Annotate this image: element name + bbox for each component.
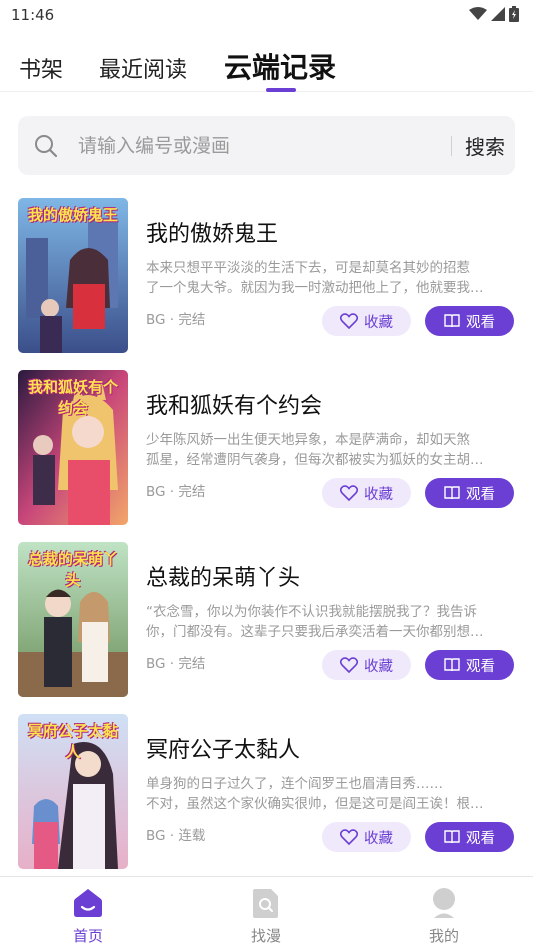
read-button[interactable]: 观看 bbox=[425, 650, 514, 680]
favorite-button[interactable]: 收藏 bbox=[322, 478, 411, 508]
heart-icon bbox=[340, 485, 358, 501]
favorite-button[interactable]: 收藏 bbox=[322, 822, 411, 852]
search-button[interactable]: 搜索 bbox=[456, 131, 514, 161]
description-line: “衣念雪，你以为你装作不认识我就能摆脱我了？我告诉 bbox=[146, 604, 477, 620]
description-line: 孤星，经常遭阴气袭身，但每次都被实为狐妖的女主胡… bbox=[146, 452, 484, 468]
book-icon bbox=[444, 830, 460, 844]
list-item[interactable]: 我和狐妖有个约会 我和狐妖有个约会 少年陈风娇一出生便天地异象，本是萨满命，却如… bbox=[0, 370, 533, 526]
comic-cover[interactable]: 总裁的呆萌丫头 bbox=[18, 542, 128, 697]
description-line: 少年陈风娇一出生便天地异象，本是萨满命，却如天煞 bbox=[146, 432, 470, 448]
book-icon bbox=[444, 658, 460, 672]
wifi-icon bbox=[469, 7, 487, 20]
tab-cloud-records[interactable]: 云端记录 bbox=[224, 46, 336, 86]
comic-title[interactable]: 总裁的呆萌丫头 bbox=[146, 560, 300, 592]
read-button[interactable]: 观看 bbox=[425, 822, 514, 852]
nav-find-comic[interactable]: 找漫 bbox=[226, 887, 306, 946]
list-item[interactable]: 冥府公子太黏人 冥府公子太黏人 单身狗的日子过久了，连个阎罗王也眉清目秀…… 不… bbox=[0, 714, 533, 870]
find-comic-icon bbox=[253, 889, 278, 918]
tab-bookshelf[interactable]: 书架 bbox=[19, 52, 63, 84]
status-icons bbox=[469, 6, 519, 22]
comic-title[interactable]: 冥府公子太黏人 bbox=[146, 732, 300, 764]
comic-description: 本来只想平平淡淡的生活下去，可是却莫名其妙的招惹 了一个鬼大爷。就因为我一时激动… bbox=[146, 258, 514, 298]
read-label: 观看 bbox=[466, 830, 495, 847]
cover-title-text: 冥府公子太黏人 bbox=[27, 722, 118, 761]
favorite-button[interactable]: 收藏 bbox=[322, 650, 411, 680]
favorite-label: 收藏 bbox=[364, 658, 393, 675]
cover-title-text: 总裁的呆萌丫头 bbox=[27, 550, 118, 589]
favorite-label: 收藏 bbox=[364, 830, 393, 847]
comic-cover[interactable]: 冥府公子太黏人 bbox=[18, 714, 128, 869]
top-tabs: 书架 最近阅读 云端记录 bbox=[0, 40, 533, 92]
search-icon bbox=[35, 135, 58, 158]
search-bar: 搜索 bbox=[18, 116, 515, 175]
heart-icon bbox=[340, 829, 358, 845]
comic-meta: BG · 完结 bbox=[146, 656, 206, 672]
nav-label: 找漫 bbox=[250, 927, 281, 945]
cover-title-text: 我的傲娇鬼王 bbox=[27, 206, 118, 224]
comic-cover[interactable]: 我的傲娇鬼王 bbox=[18, 198, 128, 353]
comic-meta: BG · 完结 bbox=[146, 484, 206, 500]
profile-icon bbox=[433, 888, 455, 918]
nav-label: 首页 bbox=[72, 927, 103, 945]
read-label: 观看 bbox=[466, 314, 495, 331]
comic-description: “衣念雪，你以为你装作不认识我就能摆脱我了？我告诉 你，门都没有。这辈子只要我后… bbox=[146, 602, 514, 642]
nav-label: 我的 bbox=[428, 927, 459, 945]
description-line: 你，门都没有。这辈子只要我后承奕活着一天你都别想… bbox=[146, 624, 484, 640]
book-icon bbox=[444, 486, 460, 500]
favorite-label: 收藏 bbox=[364, 314, 393, 331]
read-button[interactable]: 观看 bbox=[425, 306, 514, 336]
book-icon bbox=[444, 314, 460, 328]
search-divider bbox=[451, 136, 452, 156]
read-label: 观看 bbox=[466, 658, 495, 675]
heart-icon bbox=[340, 657, 358, 673]
description-line: 了一个鬼大爷。就因为我一时激动把他上了，他就要我… bbox=[146, 280, 484, 296]
comic-description: 单身狗的日子过久了，连个阎罗王也眉清目秀…… 不对，虽然这个家伙确实很帅，但是这… bbox=[146, 774, 514, 814]
battery-icon bbox=[509, 6, 519, 22]
comic-meta: BG · 连载 bbox=[146, 828, 206, 844]
bottom-nav: 首页 找漫 我的 bbox=[0, 876, 533, 948]
description-line: 不对，虽然这个家伙确实很帅，但是这可是阎王诶！根… bbox=[146, 796, 484, 812]
status-bar: 11:46 bbox=[0, 0, 533, 30]
status-time: 11:46 bbox=[11, 6, 55, 24]
cover-title-text: 我和狐妖有个约会 bbox=[27, 378, 118, 417]
favorite-label: 收藏 bbox=[364, 486, 393, 503]
list-item[interactable]: 我的傲娇鬼王 我的傲娇鬼王 本来只想平平淡淡的生活下去，可是却莫名其妙的招惹 了… bbox=[0, 198, 533, 354]
home-icon bbox=[74, 889, 102, 917]
active-tab-indicator bbox=[266, 88, 296, 92]
list-item[interactable]: 总裁的呆萌丫头 总裁的呆萌丫头 “衣念雪，你以为你装作不认识我就能摆脱我了？我告… bbox=[0, 542, 533, 698]
comic-meta: BG · 完结 bbox=[146, 312, 206, 328]
comic-cover[interactable]: 我和狐妖有个约会 bbox=[18, 370, 128, 525]
heart-icon bbox=[340, 313, 358, 329]
comic-description: 少年陈风娇一出生便天地异象，本是萨满命，却如天煞 孤星，经常遭阴气袭身，但每次都… bbox=[146, 430, 514, 470]
description-line: 本来只想平平淡淡的生活下去，可是却莫名其妙的招惹 bbox=[146, 260, 470, 276]
nav-profile[interactable]: 我的 bbox=[404, 887, 484, 946]
tab-recent-reading[interactable]: 最近阅读 bbox=[99, 52, 187, 84]
nav-home[interactable]: 首页 bbox=[48, 887, 128, 946]
comic-title[interactable]: 我和狐妖有个约会 bbox=[146, 388, 322, 420]
search-input[interactable] bbox=[78, 126, 428, 166]
comic-title[interactable]: 我的傲娇鬼王 bbox=[146, 216, 278, 248]
read-button[interactable]: 观看 bbox=[425, 478, 514, 508]
signal-icon bbox=[491, 7, 505, 21]
favorite-button[interactable]: 收藏 bbox=[322, 306, 411, 336]
description-line: 单身狗的日子过久了，连个阎罗王也眉清目秀…… bbox=[146, 776, 443, 792]
read-label: 观看 bbox=[466, 486, 495, 503]
